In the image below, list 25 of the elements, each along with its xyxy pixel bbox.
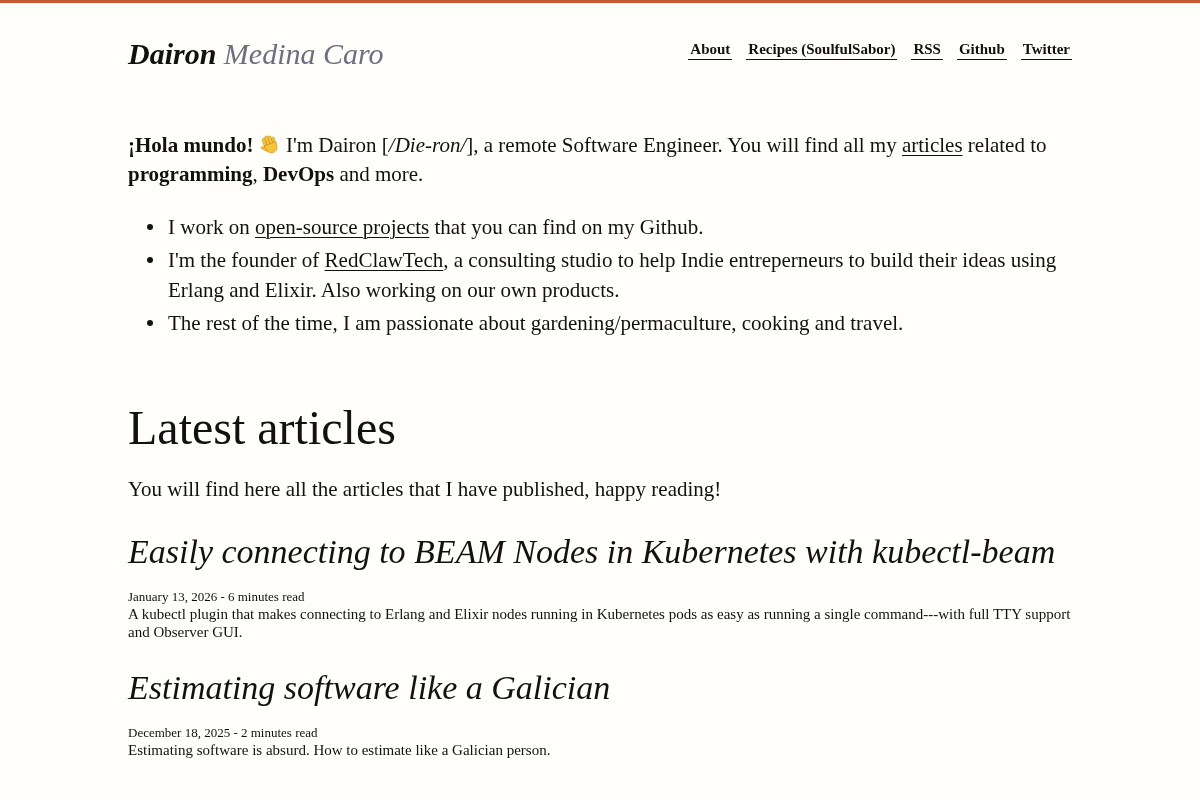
nav-link[interactable]: About <box>688 40 733 60</box>
article-summary: A kubectl plugin that makes connecting to Erlang and Elixir nodes running in Kubernetes pods as easy as running a single command---with full TTY support and Observer GUI. <box>128 605 1072 641</box>
article-summary: Estimating software is absurd. How to estimate like a Galician person. <box>128 741 552 759</box>
waving-hand-icon <box>258 133 281 155</box>
article-title-link[interactable]: Estimating software like a Galician <box>128 667 611 708</box>
article-meta: January 13, 2026 - 6 minutes read <box>128 589 306 605</box>
inline-link[interactable]: RedClawTech <box>324 248 444 272</box>
section-subtitle: You will find here all the articles that I have published, happy reading! <box>128 476 723 503</box>
nav-link[interactable]: Recipes (SoulfulSabor) <box>746 40 898 60</box>
articles-link[interactable]: articles <box>901 133 963 157</box>
bullet-icon <box>147 320 153 326</box>
nav-link[interactable]: Github <box>956 40 1007 60</box>
list-item-text: I'm the founder of RedClawTech, a consulting studio to help Indie entreperneurs to build their ideas using Erlang and Elixir. Also working on our own products. <box>168 247 1058 304</box>
bullet-icon <box>147 257 153 263</box>
section-heading: Latest articles <box>128 400 397 456</box>
nav-link[interactable]: Twitter <box>1020 40 1072 60</box>
article-meta: December 18, 2025 - 2 minutes read <box>128 725 319 741</box>
nav-link[interactable]: RSS <box>911 40 943 60</box>
article-title-link[interactable]: Easily connecting to BEAM Nodes in Kubernetes with kubectl-beam <box>128 531 1056 572</box>
list-item-text: I work on open-source projects that you can find on my Github. <box>168 214 705 241</box>
intro-paragraph: ¡Hola mundo! I'm Dairon [/Die-ron/], a remote Software Engineer. You will find all my articles related to programming, DevOps and more. <box>128 132 1048 188</box>
site-title[interactable]: Dairon Medina Caro <box>128 36 384 72</box>
list-item-text: The rest of the time, I am passionate about gardening/permaculture, cooking and travel. <box>168 310 905 337</box>
inline-link[interactable]: open-source projects <box>254 215 430 239</box>
bullet-icon <box>147 224 153 230</box>
